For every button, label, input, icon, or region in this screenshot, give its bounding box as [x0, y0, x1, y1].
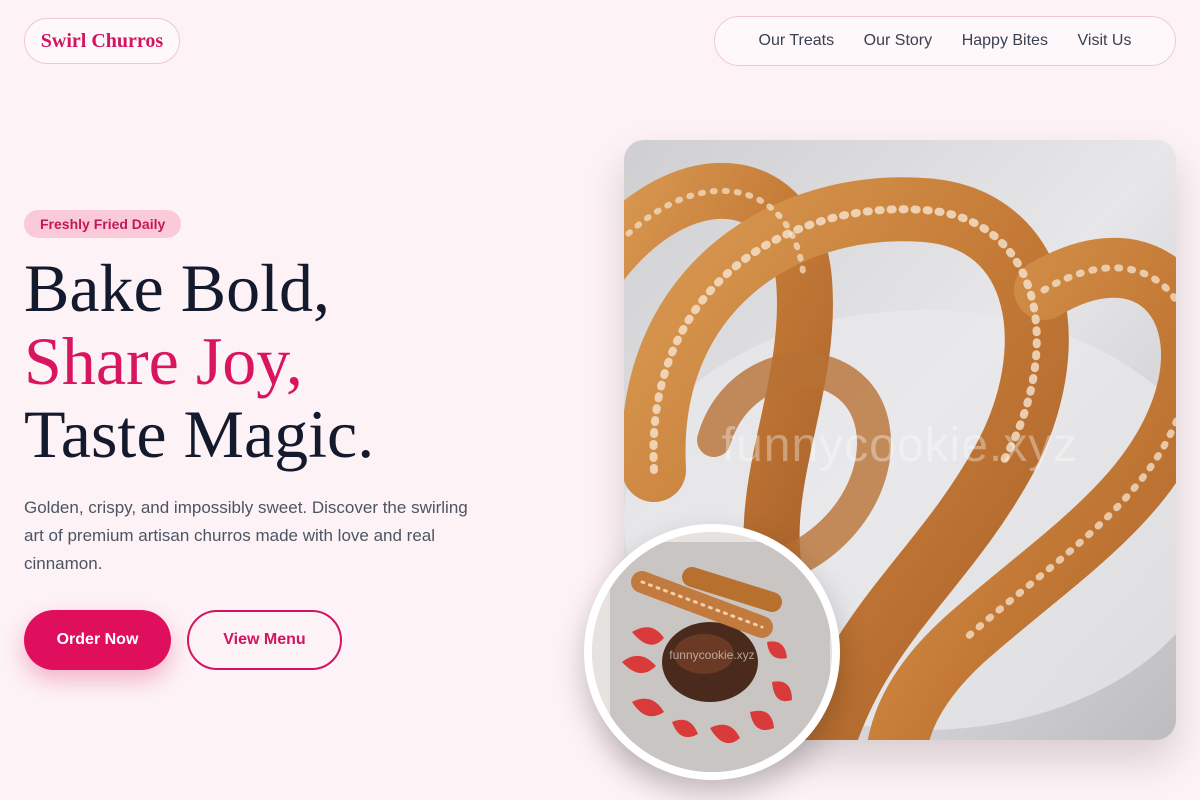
freshness-badge: Freshly Fried Daily — [24, 210, 182, 238]
hero-description: Golden, crispy, and impossibly sweet. Di… — [24, 498, 468, 573]
brand-logo[interactable]: Swirl Churros — [24, 18, 180, 64]
headline-line-2: Share Joy, — [24, 323, 303, 399]
nav-link-happy-bites[interactable]: Happy Bites — [962, 32, 1048, 50]
nav-link-our-treats[interactable]: Our Treats — [759, 32, 835, 50]
hero-headline: Bake Bold, Share Joy, Taste Magic. — [24, 252, 374, 471]
headline-line-1: Bake Bold, — [24, 250, 330, 326]
nav-link-visit-us[interactable]: Visit Us — [1078, 32, 1132, 50]
dessert-image-watermark: funnycookie.xyz — [669, 648, 755, 662]
main-nav: Our Treats Our Story Happy Bites Visit U… — [714, 16, 1176, 66]
hero-image-watermark: funnycookie.xyz — [721, 419, 1079, 472]
nav-link-our-story[interactable]: Our Story — [864, 32, 932, 50]
view-menu-button[interactable]: View Menu — [187, 610, 342, 670]
headline-line-3: Taste Magic. — [24, 396, 375, 472]
order-now-button[interactable]: Order Now — [24, 610, 171, 670]
churros-dessert-image: funnycookie.xyz — [584, 524, 840, 780]
